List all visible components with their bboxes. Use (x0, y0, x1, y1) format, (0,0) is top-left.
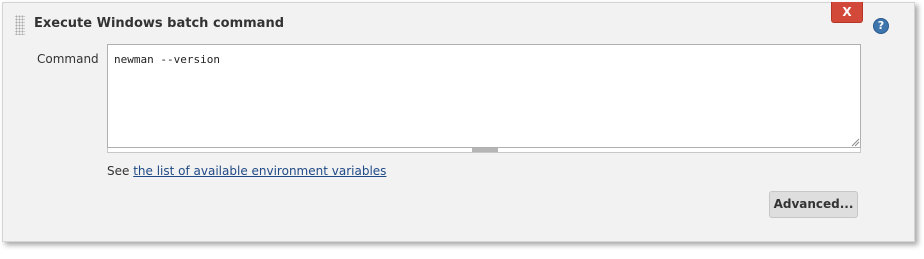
command-label: Command (37, 52, 99, 66)
command-textarea[interactable]: newman --version (107, 44, 861, 148)
help-icon[interactable]: ? (873, 18, 889, 34)
resize-handle-icon[interactable] (850, 137, 860, 147)
textarea-expand-bar[interactable] (107, 148, 861, 153)
expand-grip-icon (472, 148, 498, 152)
delete-step-button[interactable]: X (831, 2, 863, 23)
step-title: Execute Windows batch command (34, 16, 285, 31)
advanced-button[interactable]: Advanced... (769, 191, 858, 218)
env-note-prefix: See (107, 164, 134, 178)
env-variables-note: See the list of available environment va… (107, 164, 386, 178)
drag-handle-icon[interactable] (15, 15, 25, 35)
env-variables-link[interactable]: the list of available environment variab… (133, 164, 386, 178)
build-step-panel: Execute Windows batch command X ? Comman… (2, 2, 915, 242)
